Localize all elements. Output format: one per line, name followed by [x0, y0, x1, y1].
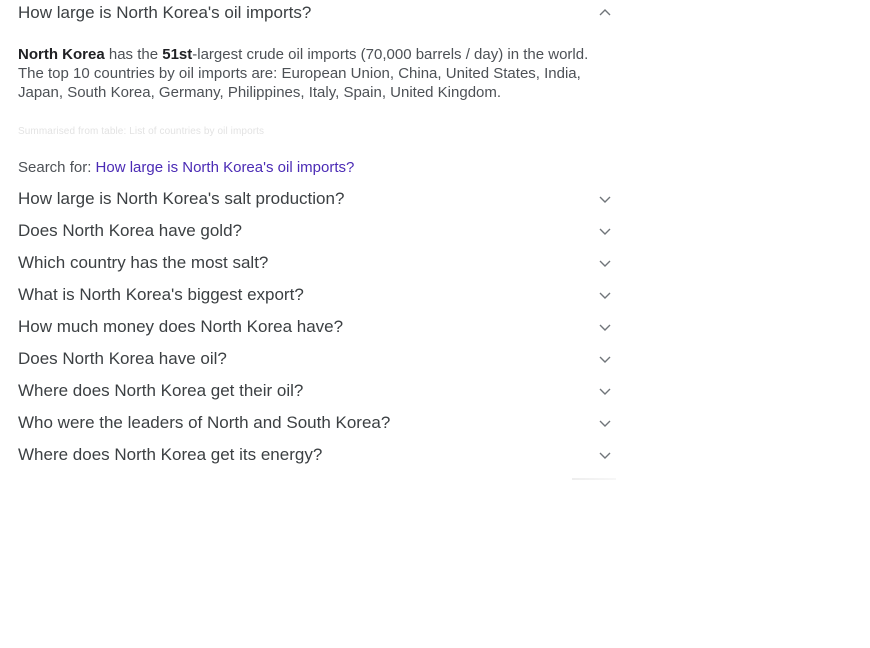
- question-text: Where does North Korea get their oil?: [18, 381, 304, 400]
- question-row[interactable]: Which country has the most salt?: [18, 247, 614, 279]
- question-row[interactable]: Where does North Korea get its energy?: [18, 439, 614, 471]
- chevron-down-icon[interactable]: [598, 416, 612, 430]
- chevron-down-icon[interactable]: [598, 192, 612, 206]
- question-row[interactable]: Who were the leaders of North and South …: [18, 407, 614, 439]
- question-text: Who were the leaders of North and South …: [18, 413, 391, 432]
- chevron-up-icon[interactable]: [598, 6, 612, 20]
- chevron-down-icon[interactable]: [598, 384, 612, 398]
- question-text: Does North Korea have oil?: [18, 349, 227, 368]
- related-questions-panel: How large is North Korea's oil imports? …: [18, 0, 614, 471]
- divider-fade: [572, 478, 616, 480]
- question-row[interactable]: What is North Korea's biggest export?: [18, 279, 614, 311]
- chevron-down-icon[interactable]: [598, 224, 612, 238]
- expanded-question-header[interactable]: How large is North Korea's oil imports?: [18, 0, 614, 26]
- answer-subject: North Korea: [18, 46, 105, 63]
- expanded-question-text: How large is North Korea's oil imports?: [18, 3, 312, 22]
- question-row[interactable]: Does North Korea have oil?: [18, 343, 614, 375]
- question-text: How large is North Korea's salt producti…: [18, 189, 345, 208]
- answer-source: Summarised from table: List of countries…: [18, 126, 265, 137]
- question-row[interactable]: Does North Korea have gold?: [18, 215, 614, 247]
- question-row[interactable]: How much money does North Korea have?: [18, 311, 614, 343]
- search-for-row: Search for: How large is North Korea's o…: [18, 159, 614, 176]
- question-list: How large is North Korea's salt producti…: [18, 183, 614, 471]
- question-row[interactable]: Where does North Korea get their oil?: [18, 375, 614, 407]
- question-text: Which country has the most salt?: [18, 253, 269, 272]
- question-text: Does North Korea have gold?: [18, 221, 242, 240]
- chevron-down-icon[interactable]: [598, 448, 612, 462]
- chevron-down-icon[interactable]: [598, 320, 612, 334]
- answer-text-1: has the: [104, 46, 163, 63]
- question-row[interactable]: How large is North Korea's salt producti…: [18, 183, 614, 215]
- chevron-down-icon[interactable]: [598, 256, 612, 270]
- answer-snippet: North Korea has the 51st-largest crude o…: [18, 45, 614, 102]
- chevron-down-icon[interactable]: [598, 352, 612, 366]
- search-for-label: Search for:: [18, 159, 96, 176]
- question-text: How much money does North Korea have?: [18, 317, 344, 336]
- search-for-link[interactable]: How large is North Korea's oil imports?: [96, 159, 355, 176]
- chevron-down-icon[interactable]: [598, 288, 612, 302]
- answer-rank: 51st: [162, 46, 193, 63]
- question-text: Where does North Korea get its energy?: [18, 445, 323, 464]
- question-text: What is North Korea's biggest export?: [18, 285, 304, 304]
